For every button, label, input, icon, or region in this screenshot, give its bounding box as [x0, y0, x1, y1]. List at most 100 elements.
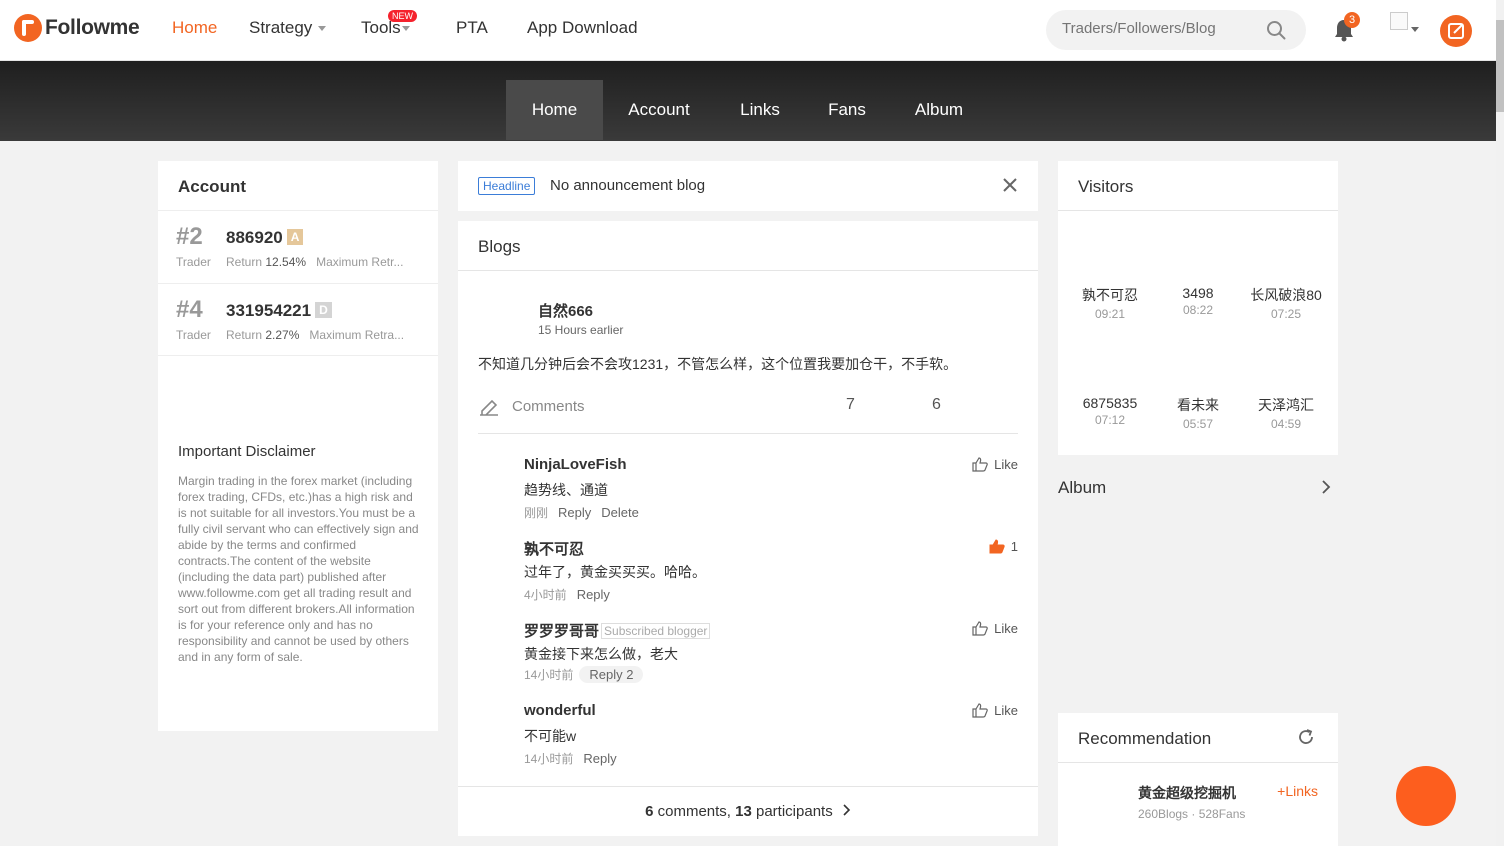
grade-badge: A	[286, 229, 304, 245]
subnav-links[interactable]: Links	[730, 80, 790, 140]
like-label: Like	[994, 457, 1018, 472]
blog-author[interactable]: 自然666	[538, 300, 593, 321]
nav-pta[interactable]: PTA	[456, 18, 488, 38]
search-icon[interactable]	[1266, 20, 1286, 40]
comments-label[interactable]: Comments	[512, 398, 585, 415]
comment-body: 不可能w	[524, 728, 577, 744]
notification-badge: 3	[1344, 12, 1360, 28]
logo-icon	[14, 14, 42, 42]
like-button[interactable]: 1	[989, 539, 1018, 554]
recommended-user-name[interactable]: 黄金超级挖掘机	[1138, 783, 1236, 803]
new-badge: NEW	[388, 10, 417, 22]
nav-strategy[interactable]: Strategy	[249, 18, 327, 38]
visitor-name: 3498	[1182, 285, 1214, 301]
visitor-name: 看未来	[1177, 397, 1219, 413]
comment-body: 过年了，黄金买买买。哈哈。	[524, 564, 706, 580]
comment-author[interactable]: 罗罗罗哥哥 Subscribed blogger	[524, 620, 711, 641]
reply-link[interactable]: Reply	[583, 751, 616, 766]
add-link-label: Links	[1285, 783, 1318, 799]
like-label: Like	[994, 703, 1018, 718]
thumbs-up-icon	[972, 703, 988, 718]
account-number-text: 886920	[226, 228, 283, 247]
nav-home[interactable]: Home	[172, 18, 217, 38]
blog-body[interactable]: 不知道几分钟后会不会攻1231，不管怎么样，这个位置我要加仓干，不手软。	[478, 354, 957, 374]
account-card: Account #2 Trader 886920 A Return 12.54% …	[158, 161, 438, 731]
page-scrollbar[interactable]	[1496, 0, 1504, 846]
profile-subnav: Home Account Links Fans Album	[0, 61, 1496, 141]
visitor-item[interactable]: 天泽鸿汇 04:59	[1246, 395, 1326, 431]
thumbs-up-filled-icon	[989, 539, 1005, 554]
blog-count[interactable]: 6	[932, 396, 941, 414]
comments-count: 6	[645, 803, 654, 820]
visitor-item[interactable]: 3498 08:22	[1158, 285, 1238, 317]
reply-count-button[interactable]: Reply 2	[579, 666, 644, 683]
album-title[interactable]: Album	[1058, 478, 1106, 498]
visitor-item[interactable]: 孰不可忍 09:21	[1070, 285, 1150, 321]
nav-strategy-label: Strategy	[249, 18, 313, 37]
subnav-album[interactable]: Album	[905, 80, 973, 140]
blog-count[interactable]: 7	[846, 396, 855, 414]
visitor-name: 孰不可忍	[1082, 287, 1138, 303]
subnav-home[interactable]: Home	[506, 80, 603, 140]
logo-text: Followme	[45, 16, 140, 39]
comment-time: 14小时前	[524, 752, 574, 766]
account-rank: #2	[176, 223, 203, 250]
comment-time: 4小时前	[524, 588, 567, 602]
recommendation-card: Recommendation 黄金超级挖掘机 260Blogs · 528Fan…	[1058, 713, 1338, 846]
write-blog-button[interactable]	[1440, 15, 1472, 47]
reply-link[interactable]: Reply	[558, 505, 591, 520]
comment-body: 趋势线、通道	[524, 482, 608, 498]
refresh-icon[interactable]	[1296, 727, 1316, 747]
comment-meta: 4小时前 Reply	[524, 586, 610, 603]
subnav-account[interactable]: Account	[618, 80, 700, 140]
thumbs-up-icon	[972, 621, 988, 636]
top-navbar: Followme Home Strategy Tools NEW PTA App…	[0, 0, 1496, 61]
visitor-item[interactable]: 长风破浪80 07:25	[1246, 285, 1326, 321]
chevron-right-icon[interactable]	[1320, 479, 1332, 495]
comment-item: wonderful 不可能w 14小时前 Reply Like	[524, 702, 1018, 782]
visitors-header: Visitors	[1058, 161, 1338, 211]
view-all-comments-link[interactable]: 6 comments, 13 participants	[458, 786, 1038, 836]
account-role: Trader	[176, 255, 211, 269]
close-icon[interactable]	[1002, 177, 1018, 193]
search-input[interactable]	[1062, 20, 1262, 37]
comment-author[interactable]: NinjaLoveFish	[524, 456, 627, 473]
reply-link[interactable]: Reply	[577, 587, 610, 602]
comment-author-name: 罗罗罗哥哥	[524, 623, 600, 640]
disclaimer-text: Margin trading in the forex market (incl…	[178, 474, 419, 664]
like-button[interactable]: Like	[972, 621, 1018, 636]
visitor-time: 05:57	[1182, 417, 1214, 431]
like-button[interactable]: Like	[972, 703, 1018, 718]
visitor-name: 长风破浪80	[1250, 287, 1322, 303]
comment-author[interactable]: wonderful	[524, 702, 596, 719]
drawdown-label: Maximum Retra...	[309, 328, 405, 342]
visitor-item[interactable]: 6875835 07:12	[1070, 395, 1150, 427]
comment-author[interactable]: 孰不可忍	[524, 538, 584, 559]
like-button[interactable]: Like	[972, 457, 1018, 472]
visitor-time: 07:25	[1270, 307, 1302, 321]
disclaimer-title: Important Disclaimer	[178, 443, 316, 460]
subnav-fans[interactable]: Fans	[818, 80, 876, 140]
nav-app-download[interactable]: App Download	[527, 18, 638, 38]
add-link-button[interactable]: +Links	[1277, 783, 1318, 799]
account-number-text: 331954221	[226, 301, 312, 320]
comment-edit-icon[interactable]	[478, 397, 500, 417]
comment-body: 黄金接下来怎么做，老大	[524, 646, 678, 662]
delete-link[interactable]: Delete	[601, 505, 639, 520]
blogs-title: Blogs	[478, 237, 521, 256]
visitors-card: Visitors 孰不可忍 09:21 3498 08:22 长风破浪80 07:25…	[1058, 161, 1338, 455]
blog-actions: Comments 7 6	[478, 394, 1018, 434]
account-row[interactable]: #2 Trader 886920 A Return 12.54% Maximum …	[158, 210, 438, 283]
visitors-title: Visitors	[1078, 177, 1134, 196]
return-value: 2.27%	[265, 328, 300, 342]
recommendation-title: Recommendation	[1078, 729, 1212, 748]
scrollbar-thumb[interactable]	[1496, 20, 1504, 112]
followme-logo[interactable]: Followme	[14, 14, 140, 42]
user-avatar[interactable]	[1390, 12, 1408, 30]
chevron-down-icon	[401, 26, 410, 32]
comment-item: 罗罗罗哥哥 Subscribed blogger 黄金接下来怎么做，老大 14小时…	[524, 620, 1018, 700]
account-row[interactable]: #4 Trader 331954221 D Return 2.27% Maximu…	[158, 283, 438, 356]
floating-action-button[interactable]	[1396, 766, 1456, 826]
visitor-item[interactable]: 看未来 05:57	[1158, 395, 1238, 431]
chevron-down-icon[interactable]	[1411, 27, 1419, 32]
